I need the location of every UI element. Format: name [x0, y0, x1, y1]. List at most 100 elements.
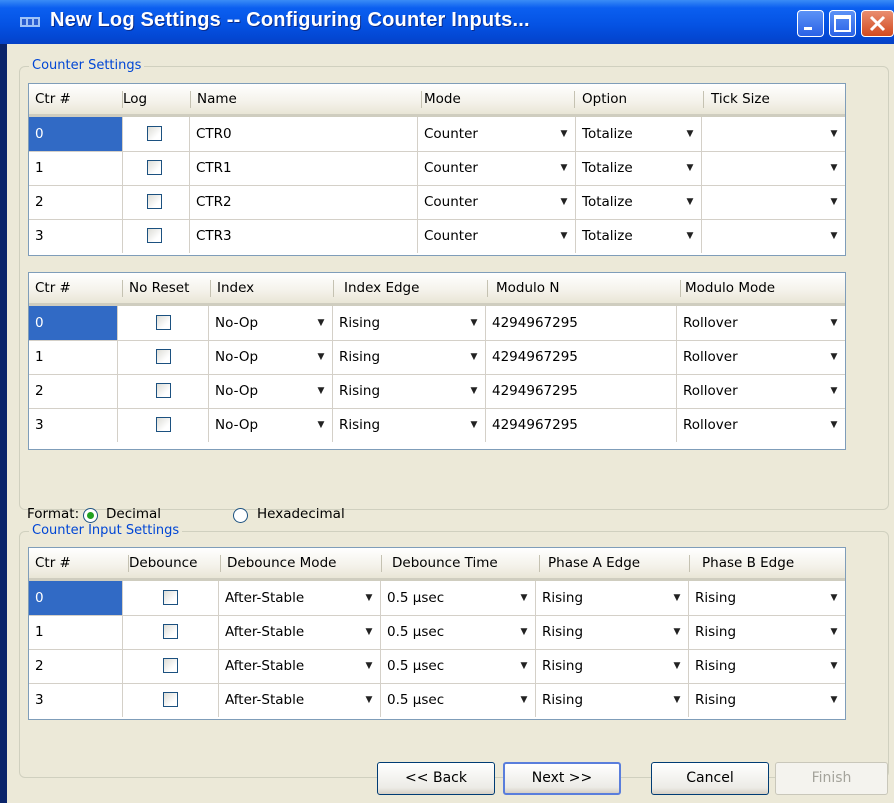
debounce-cell[interactable]	[123, 581, 219, 615]
ctr-cell[interactable]: 0	[29, 117, 123, 151]
dropdown-arrow-icon[interactable]: ▼	[513, 615, 535, 649]
dropdown-arrow-icon[interactable]: ▼	[513, 581, 535, 615]
dropdown-arrow-icon[interactable]: ▼	[666, 683, 688, 717]
dropdown-arrow-icon[interactable]: ▼	[553, 151, 575, 185]
debounce-time-dropdown[interactable]: 0.5 µsec ▼	[381, 649, 536, 683]
ctr-cell[interactable]: 3	[29, 219, 123, 253]
col-header[interactable]: Modulo N	[490, 273, 681, 303]
dropdown-arrow-icon[interactable]: ▼	[513, 683, 535, 717]
decimal-radio-label[interactable]: Decimal	[106, 506, 161, 522]
debounce-checkbox[interactable]	[163, 624, 178, 639]
table-row[interactable]: 2 CTR2 Counter ▼ Totalize ▼ ▼	[29, 185, 845, 220]
phase-b-edge-dropdown[interactable]: Rising ▼	[689, 581, 845, 615]
dropdown-arrow-icon[interactable]: ▼	[666, 615, 688, 649]
debounce-checkbox[interactable]	[163, 658, 178, 673]
debounce-mode-dropdown[interactable]: After-Stable ▼	[219, 615, 381, 649]
col-header[interactable]: Phase A Edge	[542, 548, 690, 578]
debounce-cell[interactable]	[123, 615, 219, 649]
ctr-cell[interactable]: 2	[29, 374, 118, 408]
no-reset-cell[interactable]	[118, 306, 209, 340]
index-dropdown[interactable]: No-Op ▼	[209, 408, 333, 442]
col-header[interactable]: Debounce	[123, 548, 221, 578]
ctr-cell[interactable]: 3	[29, 408, 118, 442]
dropdown-arrow-icon[interactable]: ▼	[679, 219, 701, 253]
index-edge-dropdown[interactable]: Rising ▼	[333, 340, 486, 374]
debounce-time-dropdown[interactable]: 0.5 µsec ▼	[381, 581, 536, 615]
col-header[interactable]: Ctr #	[29, 84, 123, 114]
log-checkbox[interactable]	[147, 126, 162, 141]
debounce-time-dropdown[interactable]: 0.5 µsec ▼	[381, 683, 536, 717]
option-dropdown[interactable]: Totalize ▼	[576, 219, 702, 253]
log-checkbox[interactable]	[147, 228, 162, 243]
log-cell[interactable]	[123, 117, 190, 151]
phase-a-edge-dropdown[interactable]: Rising ▼	[536, 581, 689, 615]
ctr-cell[interactable]: 1	[29, 151, 123, 185]
name-cell[interactable]: CTR2	[190, 185, 418, 219]
table-row[interactable]: 0 After-Stable ▼ 0.5 µsec ▼ Rising ▼ Rising…	[29, 581, 845, 616]
dropdown-arrow-icon[interactable]: ▼	[666, 649, 688, 683]
table-row[interactable]: 1 After-Stable ▼ 0.5 µsec ▼ Rising ▼ Rising…	[29, 615, 845, 650]
no-reset-cell[interactable]	[118, 408, 209, 442]
dropdown-arrow-icon[interactable]: ▼	[463, 408, 485, 442]
modulo-mode-dropdown[interactable]: Rollover ▼	[677, 340, 845, 374]
no-reset-checkbox[interactable]	[156, 417, 171, 432]
decimal-radio[interactable]	[83, 508, 98, 523]
phase-b-edge-dropdown[interactable]: Rising ▼	[689, 649, 845, 683]
table-row[interactable]: 3 After-Stable ▼ 0.5 µsec ▼ Rising ▼ Rising…	[29, 683, 845, 717]
table-row[interactable]: 1 No-Op ▼ Rising ▼ 4294967295 Rollover ▼	[29, 340, 845, 375]
col-header[interactable]: Index	[211, 273, 334, 303]
no-reset-checkbox[interactable]	[156, 383, 171, 398]
debounce-cell[interactable]	[123, 683, 219, 717]
option-dropdown[interactable]: Totalize ▼	[576, 151, 702, 185]
dropdown-arrow-icon[interactable]: ▼	[310, 306, 332, 340]
table-row[interactable]: 3 No-Op ▼ Rising ▼ 4294967295 Rollover ▼	[29, 408, 845, 442]
maximize-button[interactable]	[829, 10, 856, 37]
dropdown-arrow-icon[interactable]: ▼	[679, 117, 701, 151]
ctr-cell[interactable]: 2	[29, 185, 123, 219]
name-cell[interactable]: CTR0	[190, 117, 418, 151]
dropdown-arrow-icon[interactable]: ▼	[823, 117, 845, 151]
ctr-cell[interactable]: 1	[29, 340, 118, 374]
debounce-checkbox[interactable]	[163, 590, 178, 605]
phase-b-edge-dropdown[interactable]: Rising ▼	[689, 683, 845, 717]
ctr-cell[interactable]: 0	[29, 581, 123, 615]
ctr-cell[interactable]: 1	[29, 615, 123, 649]
table-row[interactable]: 0 No-Op ▼ Rising ▼ 4294967295 Rollover ▼	[29, 306, 845, 341]
dropdown-arrow-icon[interactable]: ▼	[553, 219, 575, 253]
option-dropdown[interactable]: Totalize ▼	[576, 117, 702, 151]
table-row[interactable]: 0 CTR0 Counter ▼ Totalize ▼ ▼	[29, 117, 845, 152]
no-reset-checkbox[interactable]	[156, 349, 171, 364]
no-reset-cell[interactable]	[118, 374, 209, 408]
dropdown-arrow-icon[interactable]: ▼	[310, 340, 332, 374]
dropdown-arrow-icon[interactable]: ▼	[310, 408, 332, 442]
col-header[interactable]: Modulo Mode	[679, 273, 845, 303]
cancel-button[interactable]: Cancel	[651, 762, 769, 795]
no-reset-checkbox[interactable]	[156, 315, 171, 330]
ctr-cell[interactable]: 2	[29, 649, 123, 683]
phase-b-edge-dropdown[interactable]: Rising ▼	[689, 615, 845, 649]
log-checkbox[interactable]	[147, 160, 162, 175]
col-header[interactable]: No Reset	[123, 273, 211, 303]
dropdown-arrow-icon[interactable]: ▼	[823, 581, 845, 615]
tick-size-dropdown[interactable]: ▼	[702, 219, 845, 253]
index-edge-dropdown[interactable]: Rising ▼	[333, 408, 486, 442]
dropdown-arrow-icon[interactable]: ▼	[310, 374, 332, 408]
col-header[interactable]: Tick Size	[705, 84, 847, 114]
col-header[interactable]: Name	[191, 84, 422, 114]
index-dropdown[interactable]: No-Op ▼	[209, 340, 333, 374]
modulo-mode-dropdown[interactable]: Rollover ▼	[677, 306, 845, 340]
table-row[interactable]: 2 No-Op ▼ Rising ▼ 4294967295 Rollover ▼	[29, 374, 845, 409]
title-bar[interactable]: New Log Settings -- Configuring Counter …	[0, 0, 894, 44]
tick-size-dropdown[interactable]: ▼	[702, 185, 845, 219]
debounce-cell[interactable]	[123, 649, 219, 683]
dropdown-arrow-icon[interactable]: ▼	[823, 683, 845, 717]
dropdown-arrow-icon[interactable]: ▼	[463, 306, 485, 340]
col-header[interactable]: Ctr #	[29, 548, 129, 578]
col-header[interactable]: Ctr #	[29, 273, 123, 303]
dropdown-arrow-icon[interactable]: ▼	[358, 683, 380, 717]
debounce-mode-dropdown[interactable]: After-Stable ▼	[219, 581, 381, 615]
col-header[interactable]: Phase B Edge	[696, 548, 842, 578]
modulo-n-cell[interactable]: 4294967295	[486, 374, 677, 408]
log-cell[interactable]	[123, 219, 190, 253]
modulo-n-cell[interactable]: 4294967295	[486, 340, 677, 374]
